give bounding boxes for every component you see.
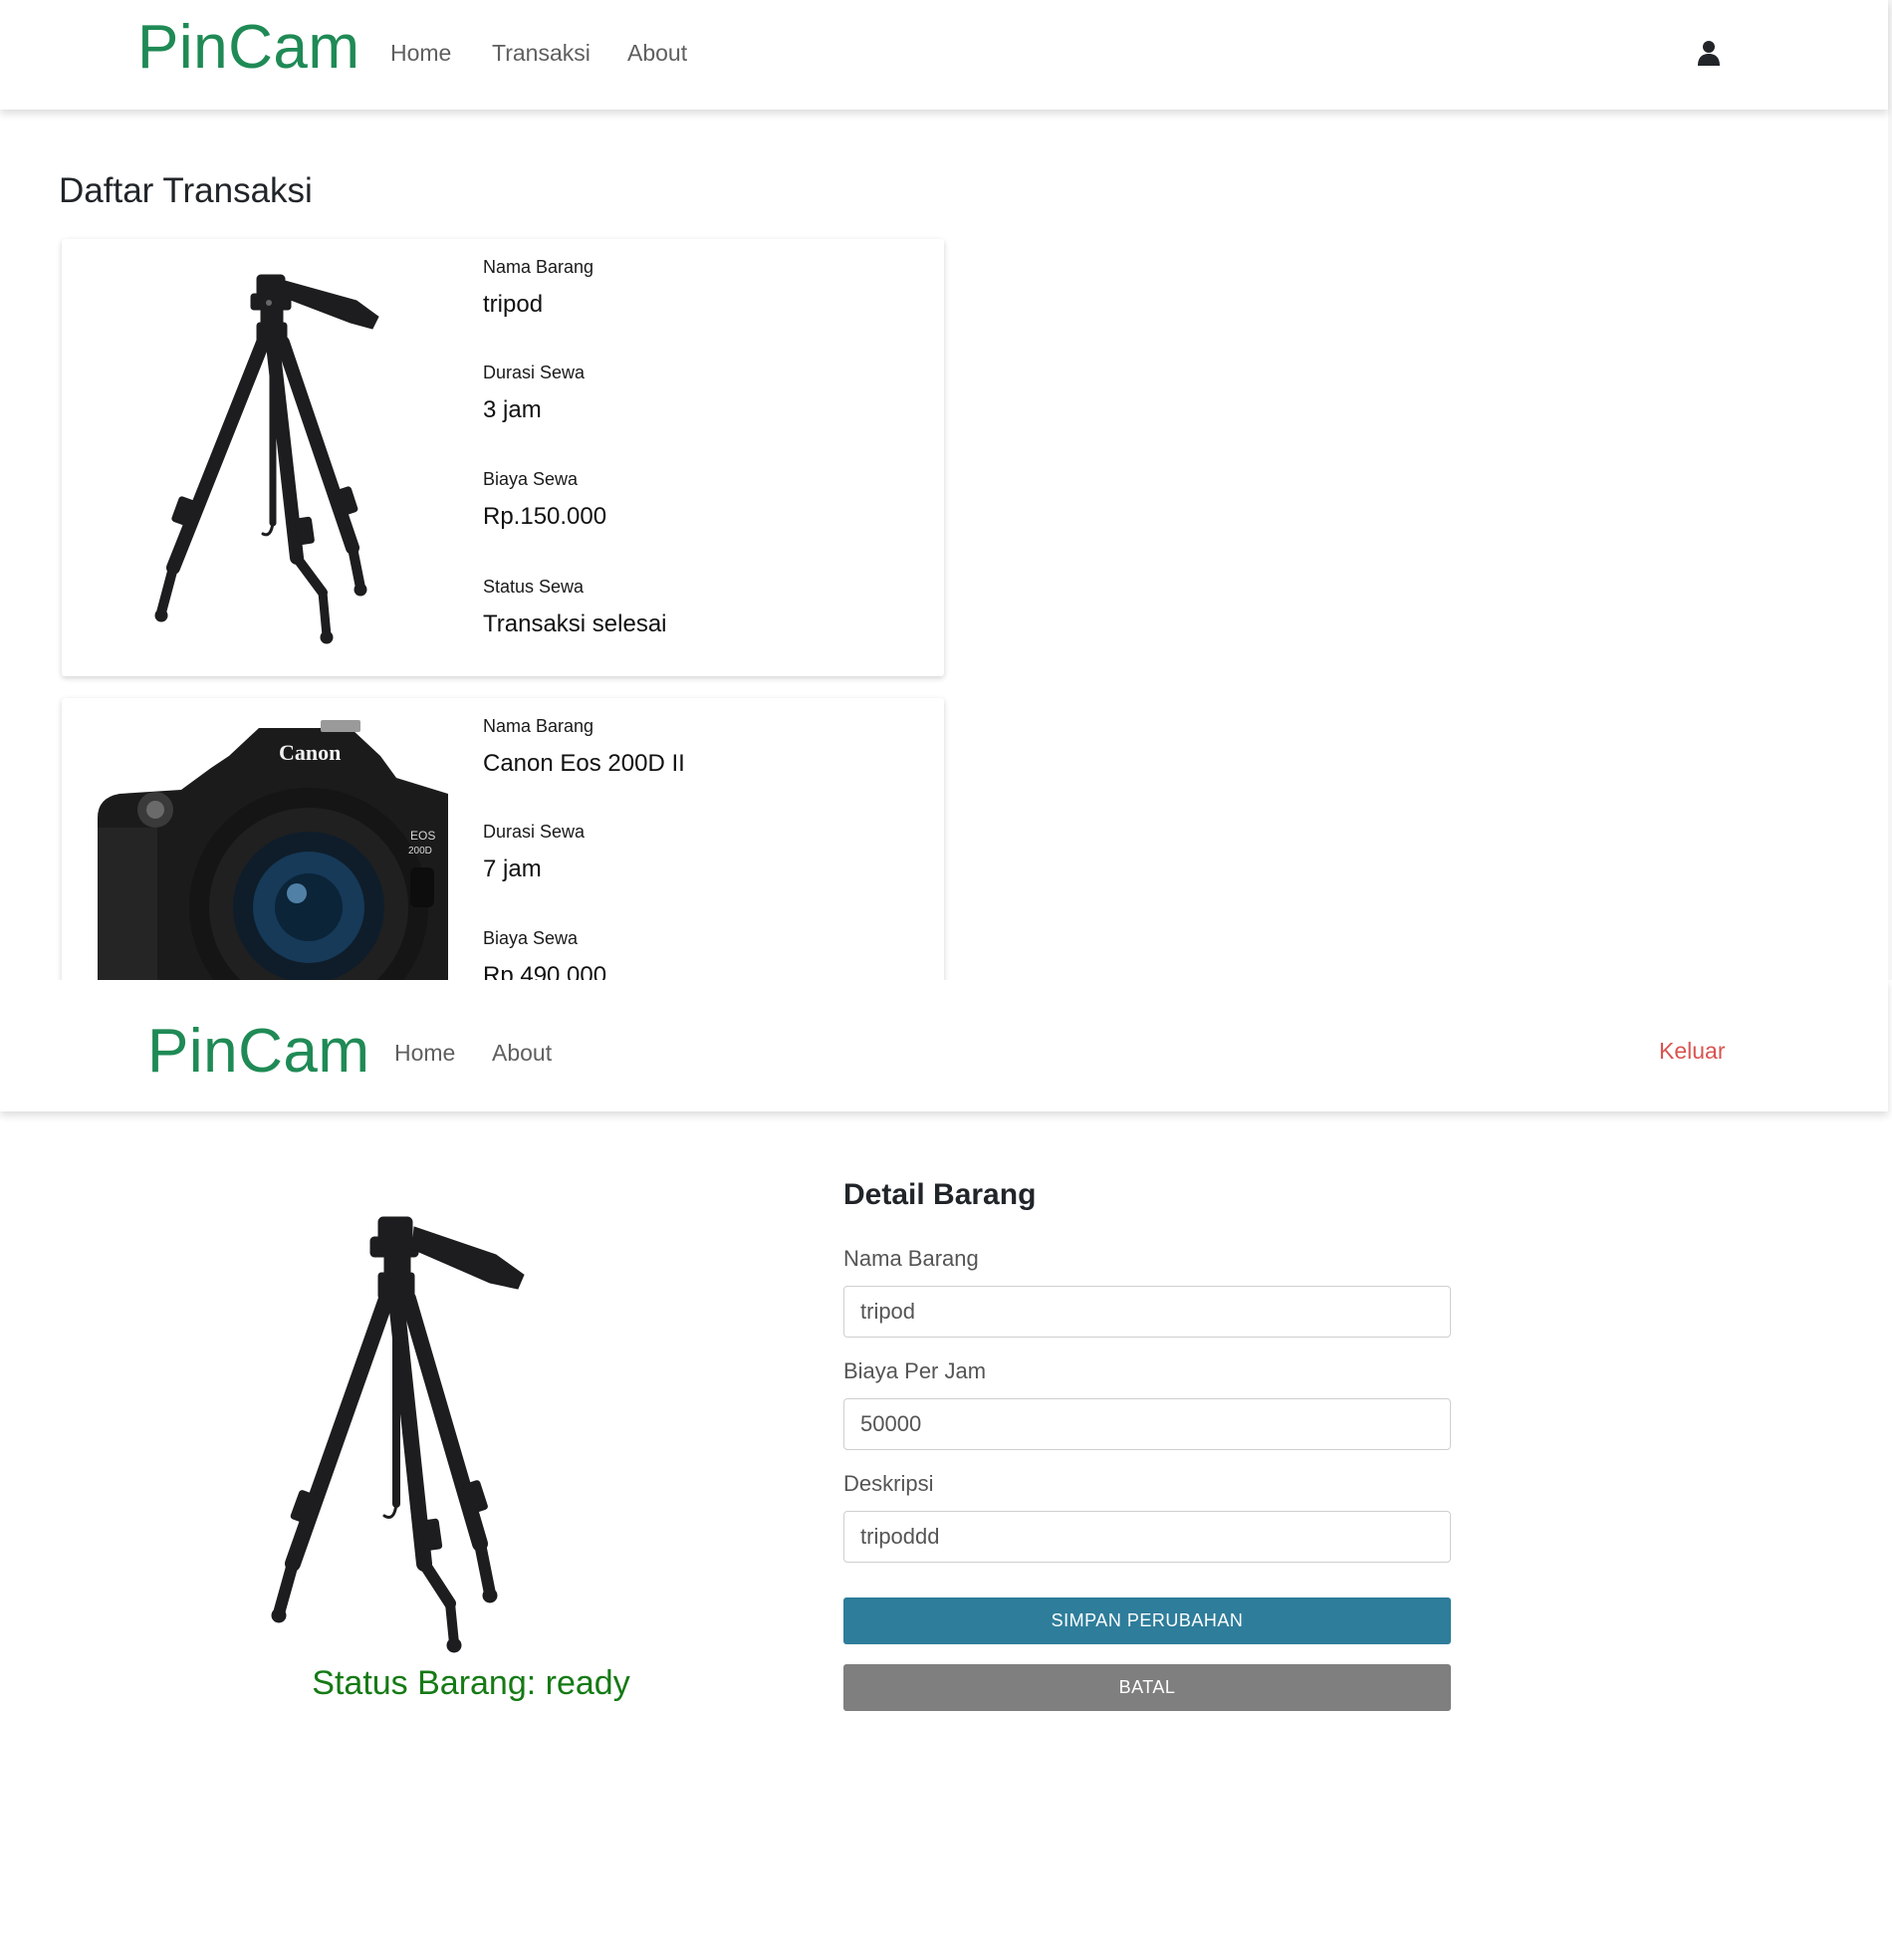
user-icon[interactable]	[1697, 40, 1721, 66]
rental-duration: 3 jam	[483, 396, 542, 423]
transactions-page: PinCam Home Transaksi About Daftar Trans…	[0, 0, 1892, 980]
detail-title: Detail Barang	[843, 1178, 1037, 1211]
svg-text:EOS: EOS	[410, 829, 435, 843]
brand-logo[interactable]: PinCam	[147, 1016, 370, 1087]
nav-about[interactable]: About	[627, 40, 687, 67]
rental-cost: Rp.150.000	[483, 503, 607, 530]
price-input[interactable]	[843, 1398, 1451, 1450]
nav-home[interactable]: Home	[390, 40, 451, 67]
svg-text:200D: 200D	[408, 846, 432, 857]
nav-about[interactable]: About	[492, 1040, 552, 1067]
transaction-card[interactable]: Nama Barang tripod Durasi Sewa 3 jam Bia…	[62, 239, 944, 676]
field-label: Biaya Sewa	[483, 469, 579, 489]
canon-camera-image: Canon EOS 200D	[98, 720, 448, 980]
item-name: Canon Eos 200D II	[483, 750, 685, 777]
field-label: Nama Barang	[483, 716, 594, 736]
rental-status: Transaksi selesai	[483, 611, 667, 637]
field-label: Durasi Sewa	[483, 363, 586, 382]
top-navbar: PinCam Home Transaksi About	[0, 0, 1888, 110]
name-label: Nama Barang	[843, 1246, 979, 1271]
scrollbar-track[interactable]	[1888, 0, 1892, 980]
admin-navbar: PinCam Home About Keluar	[0, 980, 1888, 1111]
brand-logo[interactable]: PinCam	[137, 12, 360, 83]
rental-duration: 7 jam	[483, 856, 542, 882]
field-label: Biaya Sewa	[483, 928, 579, 948]
description-input[interactable]	[843, 1511, 1451, 1563]
logout-link[interactable]: Keluar	[1659, 1038, 1725, 1065]
item-name: tripod	[483, 291, 544, 318]
field-label: Status Sewa	[483, 577, 585, 597]
field-label: Durasi Sewa	[483, 822, 586, 842]
cancel-button[interactable]: BATAL	[843, 1664, 1451, 1711]
transaction-card[interactable]: Canon EOS 200D Nama Barang Canon Eos 200…	[62, 698, 944, 980]
item-image	[271, 1216, 525, 1653]
nav-home[interactable]: Home	[394, 1040, 455, 1067]
svg-text:Canon: Canon	[279, 740, 341, 765]
price-label: Biaya Per Jam	[843, 1358, 987, 1383]
item-status: Status Barang: ready	[312, 1664, 630, 1702]
rental-cost: Rp.490.000	[483, 962, 607, 980]
save-button[interactable]: SIMPAN PERUBAHAN	[843, 1597, 1451, 1644]
field-label: Nama Barang	[483, 257, 594, 277]
name-input[interactable]	[843, 1286, 1451, 1338]
tripod-image	[154, 274, 379, 644]
page-title: Daftar Transaksi	[59, 171, 313, 210]
description-label: Deskripsi	[843, 1471, 934, 1496]
nav-transaksi[interactable]: Transaksi	[492, 40, 591, 67]
